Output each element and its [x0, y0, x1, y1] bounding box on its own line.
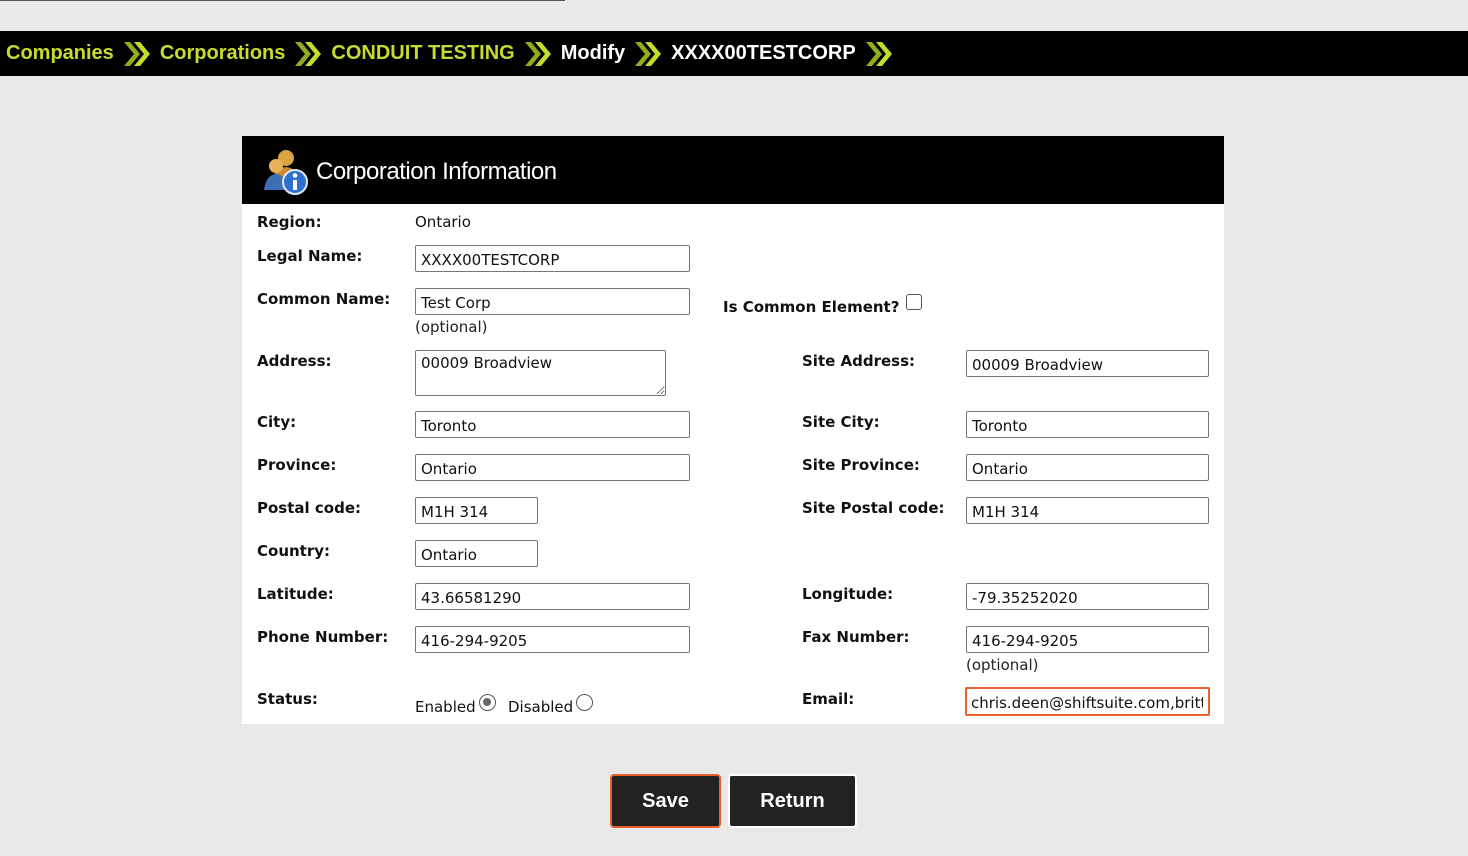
user-info-icon [262, 146, 314, 196]
breadcrumb-modify: Modify [560, 42, 626, 64]
return-button[interactable]: Return [728, 774, 857, 828]
common-name-input[interactable] [415, 288, 690, 315]
postal-code-input[interactable] [415, 497, 538, 524]
site-address-label: Site Address: [802, 352, 916, 370]
city-input[interactable] [415, 411, 690, 438]
double-chevron-right-icon [864, 40, 894, 68]
legal-name-label: Legal Name: [257, 247, 363, 265]
common-name-hint: (optional) [415, 318, 488, 336]
address-label: Address: [257, 352, 332, 370]
site-postal-code-input[interactable] [966, 497, 1209, 524]
site-postal-code-label: Site Postal code: [802, 499, 945, 517]
latitude-input[interactable] [415, 583, 690, 610]
site-city-input[interactable] [966, 411, 1209, 438]
latitude-label: Latitude: [257, 585, 334, 603]
phone-label: Phone Number: [257, 628, 389, 646]
is-common-element-label: Is Common Element? [723, 298, 900, 316]
status-enabled-radio[interactable] [479, 694, 496, 711]
site-province-label: Site Province: [802, 456, 920, 474]
longitude-input[interactable] [966, 583, 1209, 610]
status-enabled-label: Enabled [415, 698, 476, 716]
country-input[interactable] [415, 540, 538, 567]
double-chevron-right-icon [633, 40, 663, 68]
fax-input[interactable] [966, 626, 1209, 653]
panel-header: Corporation Information [242, 136, 1224, 204]
region-label: Region: [257, 213, 322, 231]
city-label: City: [257, 413, 297, 431]
region-value: Ontario [415, 213, 471, 231]
breadcrumb-companies[interactable]: Companies [6, 42, 114, 65]
panel-title: Corporation Information [316, 158, 557, 185]
country-label: Country: [257, 542, 331, 560]
double-chevron-right-icon [122, 40, 152, 68]
breadcrumb-corporations[interactable]: Corporations [160, 42, 286, 65]
breadcrumb: Companies Corporations CONDUIT TESTING M… [0, 31, 1468, 76]
common-name-label: Common Name: [257, 290, 391, 308]
site-address-input[interactable] [966, 350, 1209, 377]
fax-label: Fax Number: [802, 628, 910, 646]
legal-name-input[interactable] [415, 245, 690, 272]
status-disabled-label: Disabled [508, 698, 574, 716]
top-divider [0, 0, 565, 1]
fax-hint: (optional) [966, 656, 1039, 674]
save-button[interactable]: Save [610, 774, 721, 828]
postal-code-label: Postal code: [257, 499, 361, 517]
province-label: Province: [257, 456, 337, 474]
breadcrumb-corp-code: XXXX00TESTCORP [671, 42, 856, 64]
site-province-input[interactable] [966, 454, 1209, 481]
longitude-label: Longitude: [802, 585, 894, 603]
email-label: Email: [802, 690, 855, 708]
address-textarea[interactable] [415, 350, 666, 396]
corporation-info-panel: Corporation Information Region: Ontario … [242, 136, 1224, 724]
phone-input[interactable] [415, 626, 690, 653]
email-input[interactable] [965, 687, 1210, 716]
double-chevron-right-icon [293, 40, 323, 68]
breadcrumb-conduit-testing[interactable]: CONDUIT TESTING [331, 42, 514, 65]
status-label: Status: [257, 690, 318, 708]
status-disabled-radio[interactable] [576, 694, 593, 711]
province-input[interactable] [415, 454, 690, 481]
double-chevron-right-icon [523, 40, 553, 68]
is-common-element-checkbox[interactable] [906, 294, 922, 310]
site-city-label: Site City: [802, 413, 880, 431]
